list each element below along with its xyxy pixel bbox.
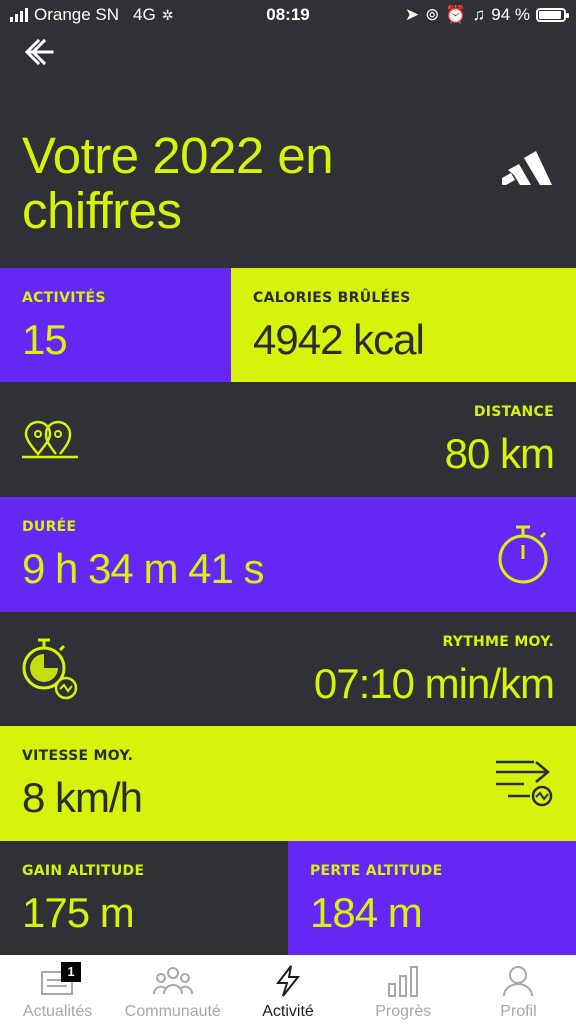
- perte-value: 184 m: [310, 889, 423, 936]
- tab-label-communaute: Communauté: [124, 1003, 221, 1020]
- tile-perte-altitude: PERTE ALTITUDE 184 m: [288, 841, 576, 955]
- vitesse-label: VITESSE MOY.: [22, 748, 134, 764]
- community-icon: [152, 967, 193, 995]
- tab-profil[interactable]: Profil: [461, 955, 576, 1024]
- calories-value: 4942 kcal: [253, 316, 425, 363]
- tab-label-activite: Activité: [262, 1003, 314, 1020]
- gain-value: 175 m: [22, 889, 135, 936]
- distance-label: DISTANCE: [473, 404, 554, 420]
- battery-percent: 94 %: [491, 5, 530, 24]
- gain-label: GAIN ALTITUDE: [22, 863, 145, 879]
- speed-arrow-icon: [496, 760, 553, 807]
- tile-distance: DISTANCE 80 km: [0, 382, 576, 497]
- tile-vitesse: VITESSE MOY. 8 km/h: [0, 726, 576, 841]
- tab-label-actualites: Actualités: [22, 1003, 93, 1020]
- perte-label: PERTE ALTITUDE: [310, 863, 443, 879]
- tile-calories: CALORIES BRÛLÉES 4942 kcal: [231, 268, 576, 382]
- battery-icon: [536, 8, 569, 22]
- calories-label: CALORIES BRÛLÉES: [253, 290, 411, 306]
- bar-chart-icon: [388, 966, 419, 997]
- tile-duree: DURÉE 9 h 34 m 41 s: [0, 497, 576, 612]
- status-right: ➤ ⊚ ⏰ ♫ 94 %: [404, 5, 569, 25]
- stopwatch-icon: [498, 525, 548, 584]
- vitesse-value: 8 km/h: [22, 774, 143, 821]
- page-title: Votre 2022 en chiffres: [22, 127, 334, 239]
- tab-communaute[interactable]: Communauté: [115, 955, 230, 1024]
- tab-actualites[interactable]: 1 Actualités: [0, 955, 115, 1024]
- lightning-icon: [275, 965, 301, 997]
- activites-label: ACTIVITÉS: [22, 290, 106, 306]
- person-icon: [503, 966, 534, 997]
- tab-bar: 1 Actualités Communauté Activité Progrès: [0, 955, 576, 1024]
- rythme-value: 07:10 min/km: [313, 660, 555, 707]
- duree-value: 9 h 34 m 41 s: [22, 545, 264, 592]
- location-pins-icon: [22, 420, 78, 459]
- duree-label: DURÉE: [22, 519, 77, 535]
- adidas-logo-icon: [502, 151, 552, 185]
- tab-activite[interactable]: Activité: [230, 955, 345, 1024]
- tile-rythme: RYTHME MOY. 07:10 min/km: [0, 612, 576, 726]
- tab-label-profil: Profil: [500, 1003, 537, 1020]
- alarm-icon: ⏰: [445, 5, 467, 24]
- rythme-label: RYTHME MOY.: [442, 634, 554, 650]
- activites-value: 15: [22, 316, 68, 363]
- pace-stopwatch-icon: [22, 638, 78, 700]
- tab-progres[interactable]: Progrès: [346, 955, 461, 1024]
- headphones-icon: ♫: [472, 5, 486, 24]
- tab-label-progres: Progrès: [375, 1003, 432, 1020]
- lock-rotation-icon: ⊚: [425, 5, 440, 24]
- tile-gain-altitude: GAIN ALTITUDE 175 m: [0, 841, 288, 955]
- back-arrow-icon[interactable]: [18, 32, 60, 72]
- location-icon: ➤: [404, 5, 420, 24]
- tile-activites: ACTIVITÉS 15: [0, 268, 231, 382]
- notification-badge: 1: [61, 962, 81, 982]
- status-bar: Orange SN 4G ✲ 08:19 ➤ ⊚ ⏰ ♫ 94 %: [0, 0, 576, 32]
- distance-value: 80 km: [444, 430, 555, 477]
